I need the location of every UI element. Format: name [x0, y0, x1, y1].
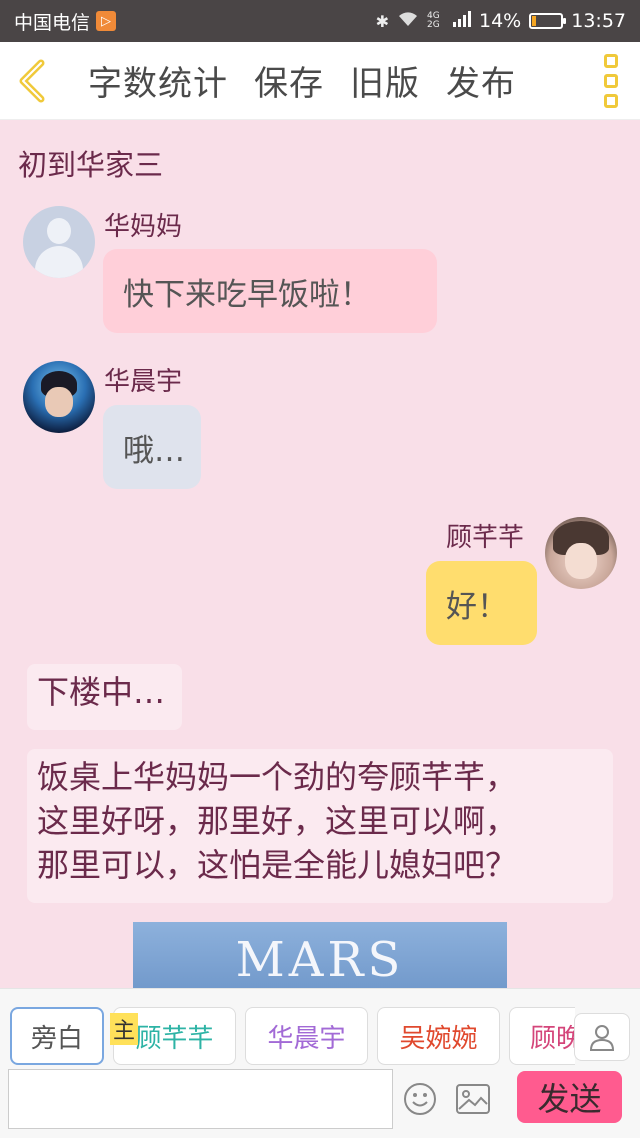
wifi-icon [397, 10, 419, 32]
narration-line: 饭桌上华妈妈一个劲的夸顾芊芊， [37, 758, 518, 796]
message-input[interactable] [8, 1069, 393, 1129]
image-caption: MARS [235, 932, 405, 988]
carrier-logo-icon: ▷ [96, 11, 117, 31]
status-bar: 中国电信 ▷ ✱ 4G 2G 14% 13:57 [0, 0, 640, 42]
role-label: 吴婉婉 [399, 1023, 478, 1054]
input-panel: 旁白 顾芊芊 华晨宇 吴婉婉 顾晚 主 发送 [0, 988, 640, 1138]
narration-line: 下楼中… [37, 673, 166, 711]
role-hua-chenyu[interactable]: 华晨宇 [245, 1007, 368, 1065]
carrier: 中国电信 ▷ [14, 8, 117, 35]
clock: 13:57 [571, 10, 626, 32]
role-wu-wanwan[interactable]: 吴婉婉 [377, 1007, 500, 1065]
back-button[interactable] [0, 42, 64, 120]
image-button[interactable] [455, 1081, 491, 1117]
role-selector: 旁白 顾芊芊 华晨宇 吴婉婉 顾晚 [0, 1007, 575, 1067]
role-manage-button[interactable] [574, 1013, 630, 1061]
narration-line: 这里好呀，那里好，这里可以啊， [37, 802, 518, 840]
speaker-name: 华妈妈 [104, 212, 183, 242]
back-icon [19, 59, 45, 102]
role-label: 旁白 [30, 1023, 83, 1054]
status-icons: ✱ 4G 2G 14% 13:57 [376, 10, 626, 32]
role-gu-wan[interactable]: 顾晚 [509, 1007, 575, 1065]
send-button[interactable]: 发送 [517, 1071, 622, 1123]
narration-block[interactable]: 下楼中… [27, 664, 182, 730]
battery-percent: 14% [479, 10, 522, 32]
narration-block[interactable]: 饭桌上华妈妈一个劲的夸顾芊芊， 这里好呀，那里好，这里可以啊， 那里可以，这怕是… [27, 749, 613, 903]
speaker-name: 顾芊芊 [446, 523, 525, 553]
emoji-button[interactable] [402, 1081, 438, 1117]
speaker-name: 华晨宇 [104, 367, 183, 397]
avatar-hua-mama[interactable] [23, 206, 95, 278]
narration-line: 那里可以，这怕是全能儿媳妇吧？ [37, 846, 518, 884]
avatar-gu-qianqian[interactable] [545, 517, 617, 589]
role-label: 华晨宇 [267, 1023, 346, 1054]
role-narrator[interactable]: 旁白 [10, 1007, 104, 1065]
signal-icon [453, 11, 471, 31]
message-bubble[interactable]: 哦… [103, 405, 201, 489]
main-role-tag: 主 [110, 1013, 139, 1045]
message-bubble[interactable]: 快下来吃早饭啦！ [103, 249, 437, 333]
image-icon [456, 1084, 490, 1114]
more-icon[interactable] [604, 53, 618, 108]
carrier-name: 中国电信 [14, 11, 91, 34]
save-button[interactable]: 保存 [254, 56, 324, 105]
avatar-hua-chenyu[interactable] [23, 361, 95, 433]
message-bubble[interactable]: 好！ [426, 561, 537, 645]
battery-icon [529, 13, 567, 29]
role-label: 顾晚 [530, 1023, 575, 1054]
story-content: 初到华家三 华妈妈 快下来吃早饭啦！ 华晨宇 哦… 顾芊芊 好！ 下楼中… 饭桌… [0, 120, 640, 988]
publish-button[interactable]: 发布 [446, 56, 516, 105]
battery-fill [532, 16, 537, 26]
editor-toolbar: 字数统计 保存 旧版 发布 [0, 42, 640, 120]
old-version-button[interactable]: 旧版 [350, 56, 420, 105]
inserted-image[interactable]: MARS [133, 922, 507, 988]
user-icon [589, 1025, 615, 1051]
role-label: 顾芊芊 [135, 1023, 214, 1054]
word-count-button[interactable]: 字数统计 [88, 56, 228, 105]
network-type: 4G 2G [427, 11, 440, 30]
emoji-icon [404, 1083, 436, 1115]
chapter-title: 初到华家三 [18, 148, 164, 182]
bluetooth-icon: ✱ [375, 11, 389, 31]
